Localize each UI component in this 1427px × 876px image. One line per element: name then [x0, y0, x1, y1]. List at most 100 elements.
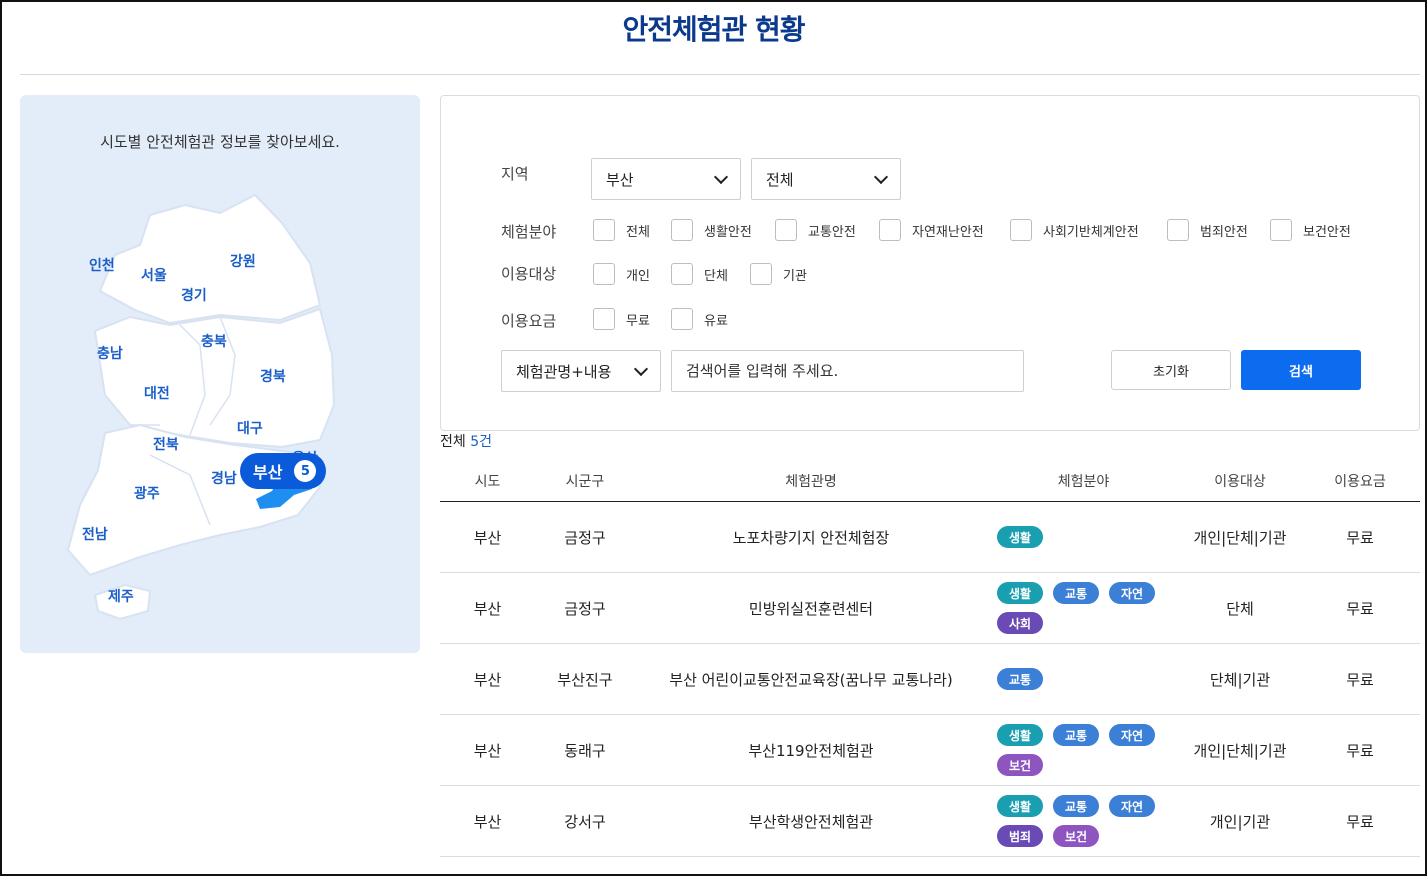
region-chungbuk[interactable]: 충북 — [201, 331, 227, 351]
checkbox-category-disaster[interactable]: 자연재난안전 — [879, 219, 984, 241]
region-jeju[interactable]: 제주 — [108, 586, 134, 606]
column-header-sido: 시도 — [474, 473, 501, 490]
checkbox-label: 개인 — [626, 268, 650, 284]
checkbox-target-individual[interactable]: 개인 — [593, 263, 650, 285]
checkbox-category-crime[interactable]: 범죄안전 — [1167, 219, 1248, 241]
region-daegu[interactable]: 대구 — [237, 418, 263, 438]
cell-fee: 무료 — [1346, 528, 1374, 547]
region-gyeongbuk[interactable]: 경북 — [260, 366, 286, 386]
category-tag: 자연 — [1109, 582, 1155, 604]
category-tag: 자연 — [1109, 724, 1155, 746]
checkbox-box[interactable] — [593, 308, 615, 330]
checkbox-label: 사회기반체계안전 — [1043, 224, 1139, 240]
region-busan-count-badge: 5 — [294, 460, 317, 482]
cell-target: 단체 — [1226, 599, 1254, 618]
checkbox-category-traffic[interactable]: 교통안전 — [775, 219, 856, 241]
table-row[interactable]: 부산 금정구 노포차량기지 안전체험장 생활 개인|단체|기관 무료 — [440, 502, 1420, 573]
checkbox-box[interactable] — [671, 308, 693, 330]
checkbox-category-all[interactable]: 전체 — [593, 219, 650, 241]
map-shape-north — [98, 193, 322, 325]
cell-target: 단체|기관 — [1209, 670, 1271, 689]
cell-fee: 무료 — [1346, 741, 1374, 760]
cell-sido: 부산 — [473, 741, 502, 760]
region-busan-selected[interactable]: 부산 5 — [240, 453, 326, 489]
cell-name-link[interactable]: 노포차량기지 안전체험장 — [635, 527, 987, 548]
reset-button[interactable]: 초기화 — [1111, 350, 1231, 390]
checkbox-fee-paid[interactable]: 유료 — [671, 308, 728, 330]
checkbox-box[interactable] — [1010, 219, 1032, 241]
column-header-target: 이용대상 — [1214, 473, 1266, 490]
title-divider — [20, 74, 1420, 75]
cell-name-link[interactable]: 부산 어린이교통안전교육장(꿈나무 교통나라) — [635, 669, 987, 690]
cell-category-tags: 생활 교통 자연 보건 — [997, 724, 1167, 776]
region-gangwon[interactable]: 강원 — [230, 251, 256, 271]
checkbox-category-life[interactable]: 생활안전 — [671, 219, 752, 241]
checkbox-box[interactable] — [1167, 219, 1189, 241]
region-gyeonggi[interactable]: 경기 — [181, 285, 207, 305]
chevron-down-icon — [633, 361, 649, 376]
checkbox-category-infrastructure[interactable]: 사회기반체계안전 — [1010, 219, 1139, 241]
column-header-name: 체험관명 — [785, 473, 837, 490]
column-header-category: 체험분야 — [1057, 473, 1110, 490]
checkbox-box[interactable] — [879, 219, 901, 241]
search-type-value: 체험관명+내용 — [516, 362, 612, 381]
checkbox-box[interactable] — [750, 263, 772, 285]
district-select[interactable]: 전체 — [751, 158, 901, 200]
region-daejeon[interactable]: 대전 — [144, 383, 170, 403]
region-seoul[interactable]: 서울 — [141, 265, 167, 285]
category-tag: 사회 — [997, 612, 1043, 634]
search-button[interactable]: 검색 — [1241, 350, 1361, 390]
region-incheon[interactable]: 인천 — [89, 255, 115, 275]
cell-target: 개인|단체|기관 — [1193, 528, 1287, 547]
table-row[interactable]: 부산 부산진구 부산 어린이교통안전교육장(꿈나무 교통나라) 교통 단체|기관… — [440, 644, 1420, 715]
result-total: 전체 5건 — [440, 431, 492, 451]
category-tag: 생활 — [997, 724, 1043, 746]
search-input[interactable] — [671, 350, 1024, 392]
table-row[interactable]: 부산 강서구 부산학생안전체험관 생활 교통 자연 범죄 보건 개인|기관 무료 — [440, 786, 1420, 857]
category-tag: 생활 — [997, 795, 1043, 817]
table-row[interactable]: 부산 금정구 민방위실전훈련센터 생활 교통 자연 사회 단체 무료 — [440, 573, 1420, 644]
region-select[interactable]: 부산 — [591, 158, 741, 200]
cell-sido: 부산 — [473, 599, 502, 618]
region-jeonnam[interactable]: 전남 — [82, 524, 108, 544]
cell-sigungu: 강서구 — [564, 812, 606, 831]
search-type-select[interactable]: 체험관명+내용 — [501, 350, 661, 392]
region-map-panel: 시도별 안전체험관 정보를 찾아보세요. 인천 서울 경기 강원 충남 충북 경… — [20, 95, 420, 653]
cell-sido: 부산 — [473, 812, 502, 831]
cell-name-link[interactable]: 부산학생안전체험관 — [635, 811, 987, 832]
cell-sigungu: 금정구 — [564, 599, 606, 618]
checkbox-box[interactable] — [1270, 219, 1292, 241]
checkbox-target-institution[interactable]: 기관 — [750, 263, 807, 285]
checkbox-box[interactable] — [671, 219, 693, 241]
column-header-fee: 이용요금 — [1334, 473, 1386, 490]
checkbox-fee-free[interactable]: 무료 — [593, 308, 650, 330]
checkbox-label: 범죄안전 — [1200, 224, 1248, 240]
category-tag: 자연 — [1109, 795, 1155, 817]
cell-category-tags: 생활 교통 자연 범죄 보건 — [997, 795, 1167, 847]
region-jeonbuk[interactable]: 전북 — [153, 434, 179, 454]
search-filter-panel: 지역 부산 전체 체험분야 전체 생활안전 교통안전 자연재난안전 사회기반체계… — [440, 95, 1420, 431]
checkbox-target-group[interactable]: 단체 — [671, 263, 728, 285]
checkbox-category-health[interactable]: 보건안전 — [1270, 219, 1351, 241]
cell-sido: 부산 — [473, 528, 502, 547]
cell-name-link[interactable]: 민방위실전훈련센터 — [635, 598, 987, 619]
korea-map — [66, 193, 336, 621]
cell-category-tags: 생활 — [997, 526, 1167, 548]
region-gwangju[interactable]: 광주 — [134, 483, 160, 503]
chevron-down-icon — [713, 169, 729, 184]
checkbox-label: 교통안전 — [808, 224, 856, 240]
result-total-prefix: 전체 — [440, 434, 466, 450]
checkbox-box[interactable] — [593, 263, 615, 285]
checkbox-box[interactable] — [671, 263, 693, 285]
checkbox-box[interactable] — [593, 219, 615, 241]
category-filter-label: 체험분야 — [501, 223, 557, 241]
table-row[interactable]: 부산 동래구 부산119안전체험관 생활 교통 자연 보건 개인|단체|기관 무… — [440, 715, 1420, 786]
region-chungnam[interactable]: 충남 — [97, 343, 123, 363]
category-tag: 교통 — [997, 668, 1043, 690]
checkbox-box[interactable] — [775, 219, 797, 241]
target-filter-label: 이용대상 — [501, 265, 557, 283]
checkbox-label: 단체 — [704, 268, 728, 284]
cell-name-link[interactable]: 부산119안전체험관 — [635, 740, 987, 761]
cell-target: 개인|단체|기관 — [1193, 741, 1287, 760]
region-gyeongnam[interactable]: 경남 — [211, 468, 237, 488]
